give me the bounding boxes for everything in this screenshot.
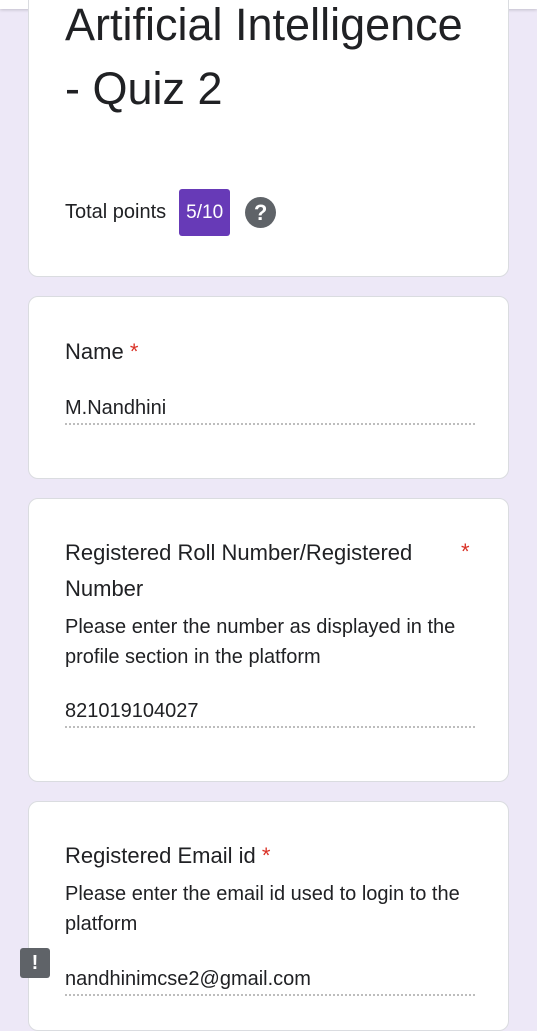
answer-underline — [65, 423, 475, 425]
question-description: Please enter the number as displayed in … — [65, 616, 456, 668]
question-title: Name — [65, 339, 124, 364]
total-points-label: Total points — [65, 201, 167, 223]
question-card-roll-number: Registered Roll Number/Registered Number… — [28, 498, 509, 782]
question-card-email: Registered Email id * Please enter the e… — [28, 801, 509, 1031]
question-label: Registered Email id * — [65, 838, 270, 874]
score-badge: 5/10 — [179, 189, 231, 236]
question-card-name: Name * M.Nandhini — [28, 296, 509, 479]
question-description: Please enter the email id used to login … — [65, 883, 460, 935]
answer-underline — [65, 994, 475, 996]
answer-text: 821019104027 — [65, 700, 199, 722]
answer-underline — [65, 726, 475, 728]
form-title: Artificial Intelligence - Quiz 2 — [65, 0, 463, 114]
question-title: Registered Roll Number/Registered Number — [65, 540, 413, 601]
question-label: Name * — [65, 334, 138, 370]
required-asterisk: * — [129, 339, 139, 364]
answer-text: M.Nandhini — [65, 397, 167, 419]
report-feedback-icon[interactable]: ! — [20, 948, 50, 978]
question-title: Registered Email id — [65, 843, 256, 868]
answer-text: nandhinimcse2@gmail.com — [65, 968, 311, 990]
required-asterisk: * — [261, 843, 271, 868]
required-asterisk: * — [461, 539, 470, 564]
help-icon[interactable]: ? — [245, 197, 277, 228]
form-header-card: Artificial Intelligence - Quiz 2 Total p… — [28, 0, 509, 277]
total-points-row: Total points 5/10 ? — [65, 189, 277, 236]
